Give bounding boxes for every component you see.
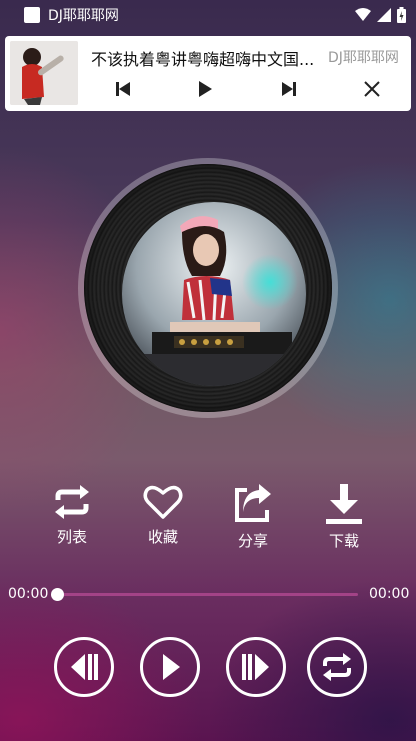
download-action[interactable]: 下载: [314, 484, 374, 551]
wifi-icon: [355, 8, 371, 21]
notification-next-button[interactable]: [277, 77, 301, 101]
progress-track[interactable]: [57, 593, 358, 596]
media-notification[interactable]: 不该执着粤讲粤嗨超嗨中文国... DJ耶耶耶网: [5, 36, 411, 111]
next-icon: [242, 654, 269, 680]
repeat-mode-icon: [323, 653, 351, 681]
album-disc[interactable]: [78, 158, 338, 418]
favorite-action[interactable]: 收藏: [133, 484, 193, 547]
progress-thumb[interactable]: [51, 588, 64, 601]
play-button[interactable]: [140, 637, 200, 697]
notification-song-title: 不该执着粤讲粤嗨超嗨中文国...: [91, 50, 315, 69]
playlist-label: 列表: [56, 528, 87, 546]
notification-app-name: DJ耶耶耶网: [328, 50, 399, 66]
download-label: 下载: [328, 532, 359, 550]
previous-icon: [71, 654, 98, 680]
current-time: 00:00: [8, 586, 49, 602]
status-bar: DJ耶耶耶网: [0, 0, 416, 30]
repeat-mode-button[interactable]: [307, 637, 367, 697]
next-button[interactable]: [226, 637, 286, 697]
heart-icon: [143, 485, 183, 519]
notification-close-button[interactable]: [360, 77, 384, 101]
previous-button[interactable]: [54, 637, 114, 697]
album-artwork: [122, 202, 306, 386]
app-notification-icon: [24, 7, 40, 23]
close-icon: [364, 81, 380, 97]
vinyl-record: [84, 164, 332, 412]
repeat-list-icon: [55, 485, 89, 519]
total-time: 00:00: [369, 586, 410, 602]
play-icon: [199, 81, 212, 97]
notification-previous-button[interactable]: [111, 77, 135, 101]
share-label: 分享: [237, 532, 268, 550]
notification-play-button[interactable]: [193, 77, 217, 101]
status-icons: [355, 7, 406, 23]
battery-icon: [397, 7, 406, 23]
status-app-name: DJ耶耶耶网: [48, 8, 119, 24]
next-icon: [282, 82, 296, 96]
download-icon: [326, 484, 362, 524]
notification-album-cover: [10, 41, 78, 105]
share-action[interactable]: 分享: [223, 484, 283, 551]
play-icon: [163, 654, 180, 680]
playlist-action[interactable]: 列表: [42, 484, 102, 547]
signal-icon: [377, 8, 391, 22]
previous-icon: [116, 82, 130, 96]
share-icon: [235, 484, 271, 522]
favorite-label: 收藏: [147, 528, 178, 546]
